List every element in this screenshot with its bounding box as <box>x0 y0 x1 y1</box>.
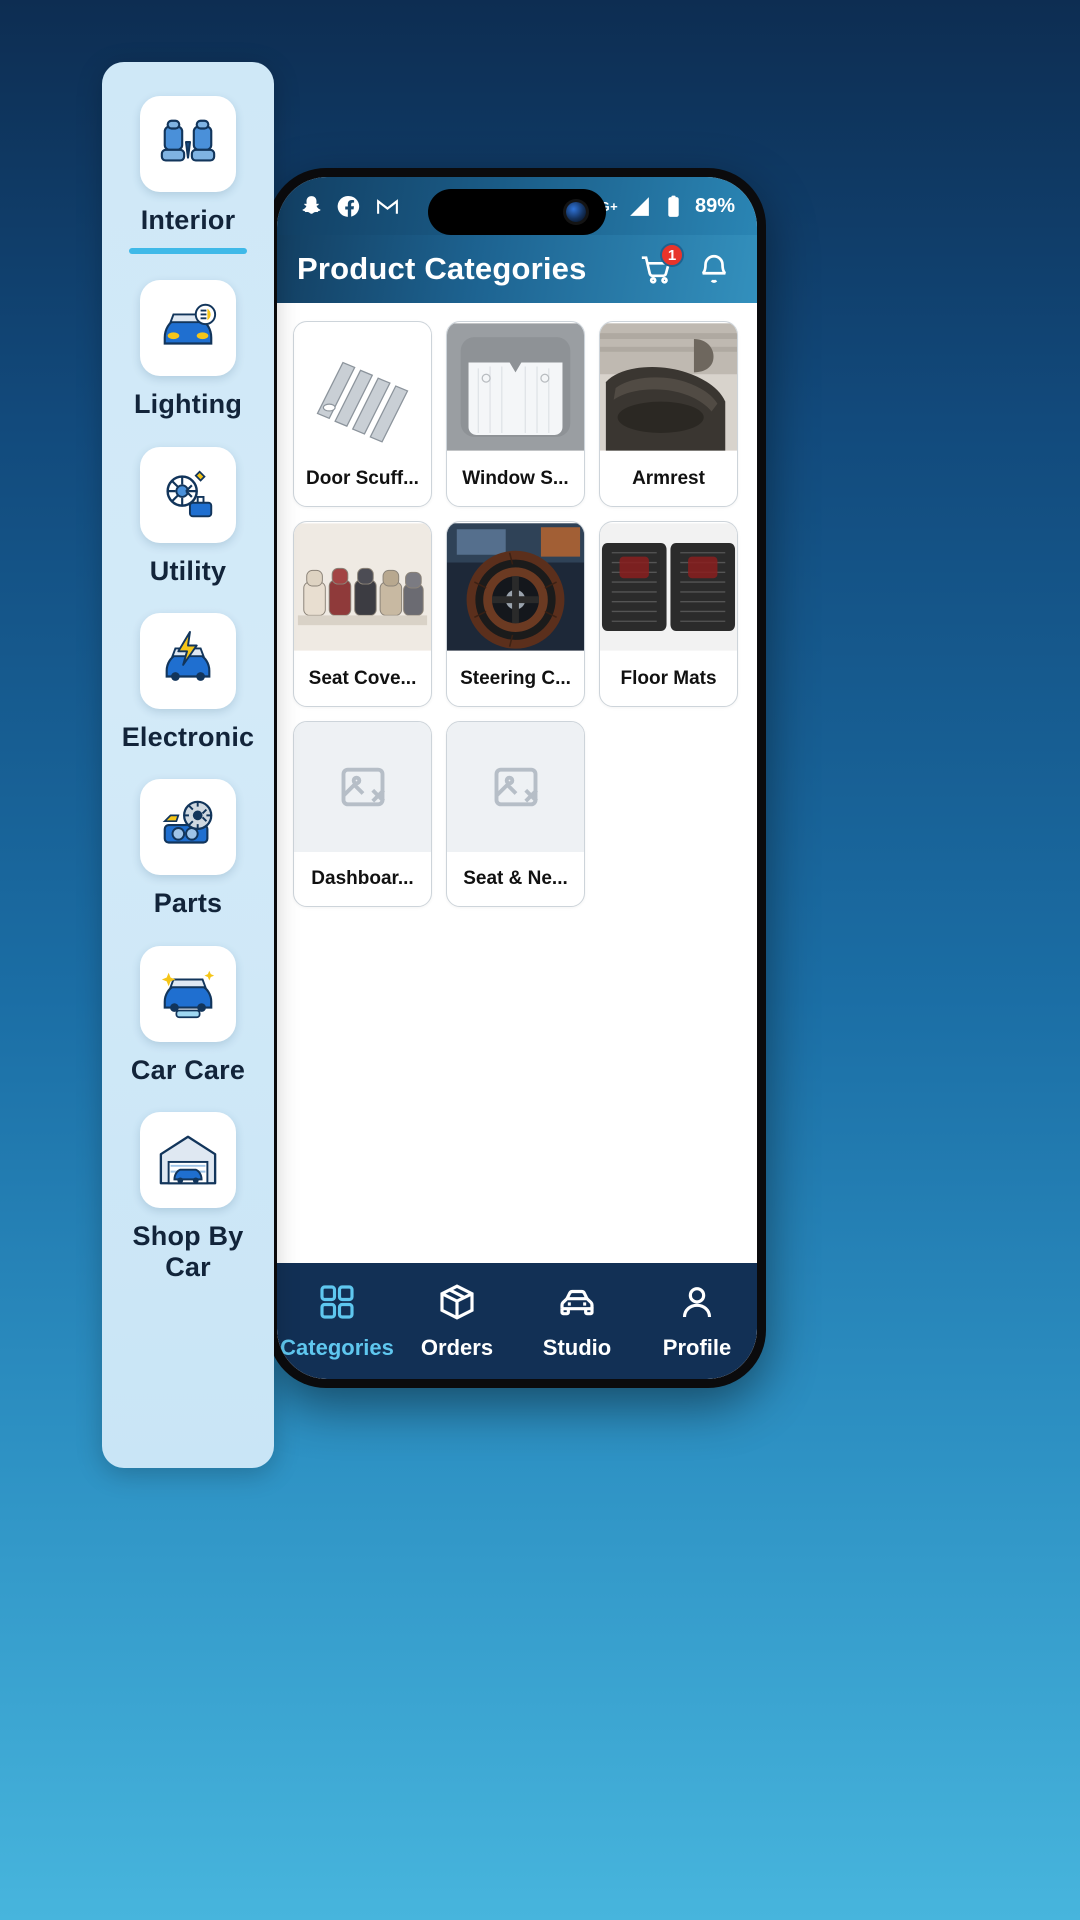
nav-item-label: Orders <box>420 1334 494 1360</box>
sidebar-item-label: Utility <box>149 555 227 586</box>
snapchat-icon <box>302 195 321 214</box>
nav-item-categories[interactable]: Categories <box>280 1282 394 1361</box>
product-card[interactable]: Steering C... <box>446 521 585 707</box>
broken-image-icon <box>494 767 538 807</box>
sidebar-item-electronic[interactable]: Electronic <box>102 612 274 753</box>
car-headlight-icon <box>140 280 236 377</box>
product-name: Armrest <box>632 468 705 489</box>
product-image <box>447 522 584 652</box>
sidebar-item-label: Parts <box>153 888 223 919</box>
nav-item-label: Categories <box>280 1334 394 1360</box>
product-name: Seat Cove... <box>308 668 417 689</box>
nav-item-label: Profile <box>662 1334 732 1360</box>
sidebar-active-indicator <box>129 248 247 255</box>
product-image <box>600 322 737 452</box>
cart-badge-count: 1 <box>660 243 684 267</box>
product-name: Window S... <box>462 468 569 489</box>
nav-item-studio[interactable]: Studio <box>522 1282 632 1361</box>
product-image <box>447 322 584 452</box>
product-card[interactable]: Dashboar... <box>293 721 432 907</box>
sidebar-item-label: Car Care <box>130 1054 246 1085</box>
product-card[interactable]: Door Scuff... <box>293 321 432 507</box>
sidebar-item-utility[interactable]: Utility <box>102 446 274 587</box>
product-image-placeholder <box>294 722 431 852</box>
sidebar-item-label: Shop By Car <box>132 1220 244 1283</box>
camera-notch <box>428 189 606 235</box>
nav-item-orders[interactable]: Orders <box>402 1282 512 1361</box>
notification-bell-button[interactable] <box>697 252 731 286</box>
product-card[interactable]: Seat & Ne... <box>446 721 585 907</box>
product-image-placeholder <box>447 722 584 852</box>
sidebar-item-car-care[interactable]: Car Care <box>102 945 274 1086</box>
sidebar-item-label: Interior <box>140 205 236 235</box>
shopping-cart-button[interactable]: 1 <box>639 243 684 286</box>
phone-screen: 5G+ 89% Product Categories 1 <box>277 177 757 1379</box>
product-card[interactable]: Floor Mats <box>599 521 738 707</box>
car-engine-part-icon <box>140 779 236 876</box>
product-image <box>294 322 431 452</box>
status-left-icons <box>299 194 400 219</box>
sidebar-item-lighting[interactable]: Lighting <box>102 280 274 420</box>
gmail-icon <box>377 198 398 214</box>
grid-icon <box>317 1282 357 1327</box>
car-icon <box>557 1282 597 1327</box>
sidebar-item-label: Lighting <box>133 389 243 420</box>
app-header: Product Categories 1 <box>277 235 757 303</box>
product-name: Door Scuff... <box>306 468 419 489</box>
product-card[interactable]: Armrest <box>599 321 738 507</box>
battery-label: 89% <box>694 194 735 217</box>
phone-device-frame: 5G+ 89% Product Categories 1 <box>268 168 766 1388</box>
notification-bell-icon <box>701 254 727 283</box>
status-bar: 5G+ 89% <box>277 177 757 235</box>
signal-icon <box>630 196 649 216</box>
person-icon <box>677 1282 717 1327</box>
broken-image-icon <box>341 767 385 807</box>
car-garage-icon <box>140 1111 236 1208</box>
product-name: Dashboar... <box>311 868 414 889</box>
facebook-icon <box>337 195 360 217</box>
sidebar-item-label: Electronic <box>121 721 255 752</box>
product-grid: Door Scuff... Window S... Armrest Seat Cove… <box>293 321 741 907</box>
product-grid-scroll[interactable]: Door Scuff... Window S... Armrest Seat Cove… <box>277 303 757 1263</box>
battery-icon <box>668 195 679 217</box>
product-name: Floor Mats <box>620 668 717 689</box>
product-card[interactable]: Seat Cove... <box>293 521 432 707</box>
page-title: Product Categories <box>297 251 587 286</box>
car-wash-icon <box>140 945 236 1042</box>
car-electric-icon <box>140 612 236 709</box>
product-name: Seat & Ne... <box>463 868 568 889</box>
sidebar-item-shop-by-car[interactable]: Shop By Car <box>102 1111 274 1284</box>
product-image <box>294 522 431 652</box>
header-actions: 1 <box>639 243 731 286</box>
box-icon <box>437 1282 477 1327</box>
sidebar-item-interior[interactable]: Interior <box>102 96 274 255</box>
front-camera-icon <box>566 202 586 222</box>
nav-item-profile[interactable]: Profile <box>642 1282 752 1361</box>
car-tools-icon <box>140 446 236 543</box>
bottom-navigation[interactable]: Categories Orders Studio Profile <box>277 1263 757 1379</box>
product-card[interactable]: Window S... <box>446 321 585 507</box>
product-image <box>600 522 737 652</box>
sidebar-item-parts[interactable]: Parts <box>102 779 274 919</box>
nav-item-label: Studio <box>542 1334 612 1360</box>
category-sidebar[interactable]: Interior Lighting Utility Electronic Parts Ca… <box>102 62 274 1468</box>
product-name: Steering C... <box>460 668 571 689</box>
car-seats-icon <box>140 96 236 192</box>
